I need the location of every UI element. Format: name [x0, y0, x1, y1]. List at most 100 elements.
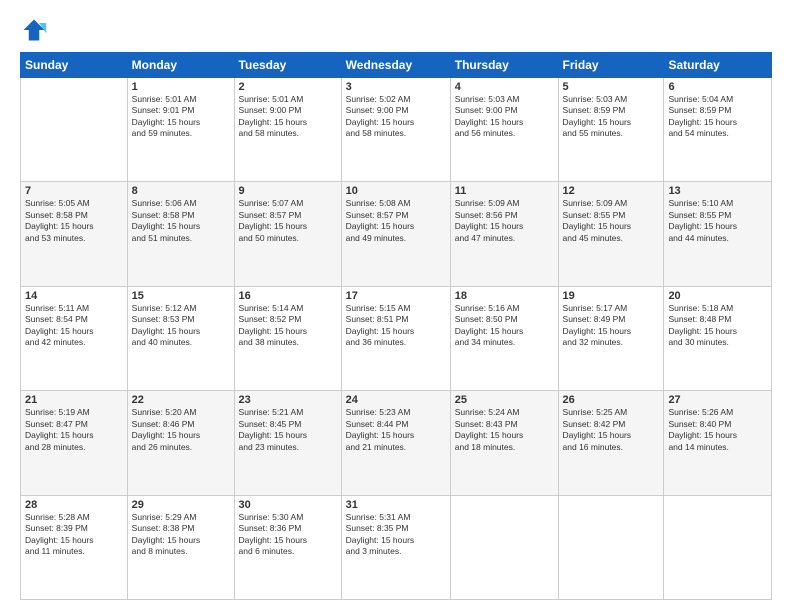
day-info: Sunrise: 5:05 AM Sunset: 8:58 PM Dayligh…	[25, 198, 123, 244]
header-row: SundayMondayTuesdayWednesdayThursdayFrid…	[21, 53, 772, 78]
day-cell: 9Sunrise: 5:07 AM Sunset: 8:57 PM Daylig…	[234, 182, 341, 286]
day-number: 23	[239, 394, 337, 406]
day-cell: 12Sunrise: 5:09 AM Sunset: 8:55 PM Dayli…	[558, 182, 664, 286]
day-cell	[558, 495, 664, 599]
day-cell: 28Sunrise: 5:28 AM Sunset: 8:39 PM Dayli…	[21, 495, 128, 599]
day-info: Sunrise: 5:12 AM Sunset: 8:53 PM Dayligh…	[132, 303, 230, 349]
day-number: 22	[132, 394, 230, 406]
day-info: Sunrise: 5:04 AM Sunset: 8:59 PM Dayligh…	[668, 94, 767, 140]
day-cell: 7Sunrise: 5:05 AM Sunset: 8:58 PM Daylig…	[21, 182, 128, 286]
day-cell: 5Sunrise: 5:03 AM Sunset: 8:59 PM Daylig…	[558, 78, 664, 182]
day-cell: 30Sunrise: 5:30 AM Sunset: 8:36 PM Dayli…	[234, 495, 341, 599]
day-number: 2	[239, 81, 337, 93]
day-number: 15	[132, 290, 230, 302]
day-info: Sunrise: 5:09 AM Sunset: 8:55 PM Dayligh…	[563, 198, 660, 244]
day-number: 30	[239, 499, 337, 511]
day-cell: 10Sunrise: 5:08 AM Sunset: 8:57 PM Dayli…	[341, 182, 450, 286]
logo-icon	[20, 16, 48, 44]
day-info: Sunrise: 5:29 AM Sunset: 8:38 PM Dayligh…	[132, 512, 230, 558]
day-cell: 24Sunrise: 5:23 AM Sunset: 8:44 PM Dayli…	[341, 391, 450, 495]
day-cell: 14Sunrise: 5:11 AM Sunset: 8:54 PM Dayli…	[21, 286, 128, 390]
day-cell: 16Sunrise: 5:14 AM Sunset: 8:52 PM Dayli…	[234, 286, 341, 390]
day-info: Sunrise: 5:24 AM Sunset: 8:43 PM Dayligh…	[455, 407, 554, 453]
day-info: Sunrise: 5:28 AM Sunset: 8:39 PM Dayligh…	[25, 512, 123, 558]
day-info: Sunrise: 5:16 AM Sunset: 8:50 PM Dayligh…	[455, 303, 554, 349]
day-number: 12	[563, 185, 660, 197]
day-cell: 1Sunrise: 5:01 AM Sunset: 9:01 PM Daylig…	[127, 78, 234, 182]
day-cell: 18Sunrise: 5:16 AM Sunset: 8:50 PM Dayli…	[450, 286, 558, 390]
day-number: 13	[668, 185, 767, 197]
day-info: Sunrise: 5:09 AM Sunset: 8:56 PM Dayligh…	[455, 198, 554, 244]
day-cell: 29Sunrise: 5:29 AM Sunset: 8:38 PM Dayli…	[127, 495, 234, 599]
day-cell: 11Sunrise: 5:09 AM Sunset: 8:56 PM Dayli…	[450, 182, 558, 286]
day-cell: 23Sunrise: 5:21 AM Sunset: 8:45 PM Dayli…	[234, 391, 341, 495]
day-cell: 31Sunrise: 5:31 AM Sunset: 8:35 PM Dayli…	[341, 495, 450, 599]
day-number: 19	[563, 290, 660, 302]
day-number: 29	[132, 499, 230, 511]
day-number: 7	[25, 185, 123, 197]
day-number: 20	[668, 290, 767, 302]
day-info: Sunrise: 5:10 AM Sunset: 8:55 PM Dayligh…	[668, 198, 767, 244]
day-number: 11	[455, 185, 554, 197]
day-info: Sunrise: 5:01 AM Sunset: 9:01 PM Dayligh…	[132, 94, 230, 140]
day-number: 26	[563, 394, 660, 406]
header-cell-monday: Monday	[127, 53, 234, 78]
header-cell-tuesday: Tuesday	[234, 53, 341, 78]
day-number: 25	[455, 394, 554, 406]
day-number: 21	[25, 394, 123, 406]
day-info: Sunrise: 5:11 AM Sunset: 8:54 PM Dayligh…	[25, 303, 123, 349]
week-row-3: 21Sunrise: 5:19 AM Sunset: 8:47 PM Dayli…	[21, 391, 772, 495]
day-cell	[21, 78, 128, 182]
day-number: 31	[346, 499, 446, 511]
day-cell: 3Sunrise: 5:02 AM Sunset: 9:00 PM Daylig…	[341, 78, 450, 182]
day-cell: 26Sunrise: 5:25 AM Sunset: 8:42 PM Dayli…	[558, 391, 664, 495]
day-info: Sunrise: 5:15 AM Sunset: 8:51 PM Dayligh…	[346, 303, 446, 349]
week-row-2: 14Sunrise: 5:11 AM Sunset: 8:54 PM Dayli…	[21, 286, 772, 390]
day-info: Sunrise: 5:08 AM Sunset: 8:57 PM Dayligh…	[346, 198, 446, 244]
page: SundayMondayTuesdayWednesdayThursdayFrid…	[0, 0, 792, 612]
day-number: 16	[239, 290, 337, 302]
calendar-header: SundayMondayTuesdayWednesdayThursdayFrid…	[21, 53, 772, 78]
day-info: Sunrise: 5:20 AM Sunset: 8:46 PM Dayligh…	[132, 407, 230, 453]
calendar: SundayMondayTuesdayWednesdayThursdayFrid…	[20, 52, 772, 600]
day-cell: 6Sunrise: 5:04 AM Sunset: 8:59 PM Daylig…	[664, 78, 772, 182]
day-number: 28	[25, 499, 123, 511]
day-number: 3	[346, 81, 446, 93]
day-info: Sunrise: 5:30 AM Sunset: 8:36 PM Dayligh…	[239, 512, 337, 558]
day-cell: 27Sunrise: 5:26 AM Sunset: 8:40 PM Dayli…	[664, 391, 772, 495]
day-cell: 17Sunrise: 5:15 AM Sunset: 8:51 PM Dayli…	[341, 286, 450, 390]
day-cell	[450, 495, 558, 599]
day-number: 10	[346, 185, 446, 197]
day-cell: 15Sunrise: 5:12 AM Sunset: 8:53 PM Dayli…	[127, 286, 234, 390]
day-cell: 22Sunrise: 5:20 AM Sunset: 8:46 PM Dayli…	[127, 391, 234, 495]
day-info: Sunrise: 5:19 AM Sunset: 8:47 PM Dayligh…	[25, 407, 123, 453]
day-cell: 8Sunrise: 5:06 AM Sunset: 8:58 PM Daylig…	[127, 182, 234, 286]
day-cell	[664, 495, 772, 599]
day-info: Sunrise: 5:03 AM Sunset: 8:59 PM Dayligh…	[563, 94, 660, 140]
day-cell: 2Sunrise: 5:01 AM Sunset: 9:00 PM Daylig…	[234, 78, 341, 182]
day-cell: 20Sunrise: 5:18 AM Sunset: 8:48 PM Dayli…	[664, 286, 772, 390]
week-row-1: 7Sunrise: 5:05 AM Sunset: 8:58 PM Daylig…	[21, 182, 772, 286]
day-info: Sunrise: 5:17 AM Sunset: 8:49 PM Dayligh…	[563, 303, 660, 349]
header-cell-friday: Friday	[558, 53, 664, 78]
day-number: 1	[132, 81, 230, 93]
day-info: Sunrise: 5:23 AM Sunset: 8:44 PM Dayligh…	[346, 407, 446, 453]
day-number: 6	[668, 81, 767, 93]
day-info: Sunrise: 5:02 AM Sunset: 9:00 PM Dayligh…	[346, 94, 446, 140]
day-number: 9	[239, 185, 337, 197]
day-info: Sunrise: 5:26 AM Sunset: 8:40 PM Dayligh…	[668, 407, 767, 453]
header-cell-thursday: Thursday	[450, 53, 558, 78]
day-number: 5	[563, 81, 660, 93]
header-cell-sunday: Sunday	[21, 53, 128, 78]
calendar-table: SundayMondayTuesdayWednesdayThursdayFrid…	[20, 52, 772, 600]
day-cell: 4Sunrise: 5:03 AM Sunset: 9:00 PM Daylig…	[450, 78, 558, 182]
day-number: 18	[455, 290, 554, 302]
day-info: Sunrise: 5:06 AM Sunset: 8:58 PM Dayligh…	[132, 198, 230, 244]
day-cell: 21Sunrise: 5:19 AM Sunset: 8:47 PM Dayli…	[21, 391, 128, 495]
header-cell-saturday: Saturday	[664, 53, 772, 78]
week-row-0: 1Sunrise: 5:01 AM Sunset: 9:01 PM Daylig…	[21, 78, 772, 182]
day-cell: 25Sunrise: 5:24 AM Sunset: 8:43 PM Dayli…	[450, 391, 558, 495]
day-number: 27	[668, 394, 767, 406]
day-cell: 19Sunrise: 5:17 AM Sunset: 8:49 PM Dayli…	[558, 286, 664, 390]
day-cell: 13Sunrise: 5:10 AM Sunset: 8:55 PM Dayli…	[664, 182, 772, 286]
